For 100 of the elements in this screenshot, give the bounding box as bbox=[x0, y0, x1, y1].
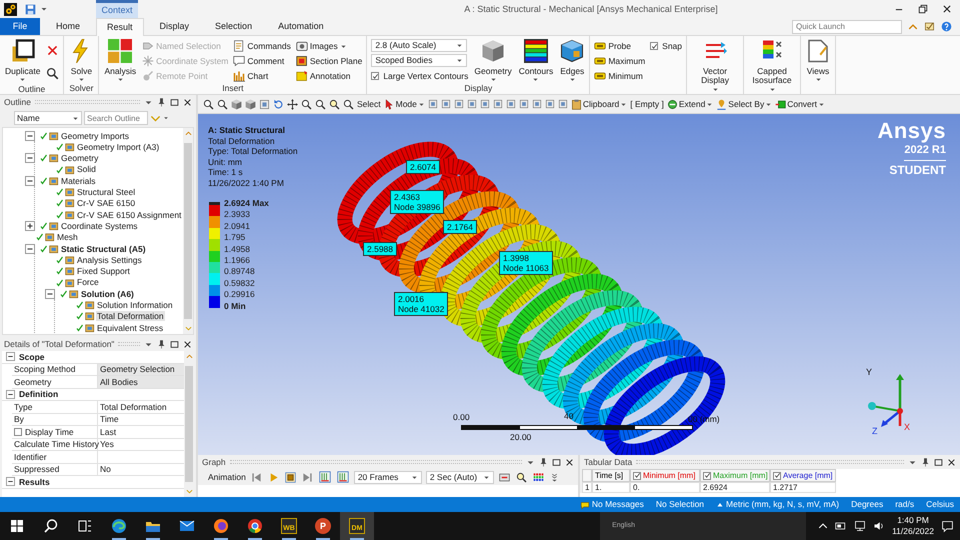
checkbox[interactable] bbox=[703, 472, 711, 480]
property-value[interactable]: Last bbox=[98, 426, 184, 438]
property-value[interactable]: Time bbox=[98, 414, 184, 425]
tree-item[interactable]: Solution Information bbox=[96, 300, 174, 310]
ribbon-button[interactable]: Chart bbox=[233, 69, 291, 83]
tree-item[interactable]: Geometry bbox=[60, 153, 100, 164]
ribbon-tab[interactable]: Home bbox=[46, 18, 90, 35]
ribbon-button[interactable]: Probe bbox=[594, 39, 646, 53]
search-field[interactable]: Search Outline bbox=[84, 111, 148, 125]
save-icon[interactable] bbox=[25, 4, 36, 14]
expand-toggle[interactable] bbox=[6, 352, 15, 362]
caret-icon[interactable] bbox=[163, 115, 169, 121]
battery-icon[interactable] bbox=[835, 520, 848, 532]
close-icon[interactable] bbox=[565, 458, 574, 466]
ribbon-button[interactable]: Maximum bbox=[594, 54, 646, 68]
toolbar-button[interactable]: [ Empty ] bbox=[629, 98, 665, 110]
ribbon-tab[interactable]: Automation bbox=[268, 18, 334, 35]
dropdown-field[interactable]: Scoped Bodies bbox=[371, 54, 468, 67]
toolbar-button[interactable]: Select bbox=[356, 98, 382, 110]
checkbox[interactable] bbox=[14, 428, 22, 436]
maximize-icon[interactable] bbox=[170, 98, 179, 106]
maximize-icon[interactable] bbox=[552, 458, 561, 466]
ribbon-button[interactable]: Analysis bbox=[103, 39, 138, 84]
checkbox[interactable] bbox=[773, 472, 781, 480]
property-value[interactable]: All Bodies bbox=[98, 376, 184, 388]
ribbon-button[interactable]: Annotation bbox=[296, 69, 362, 83]
help-icon[interactable] bbox=[941, 21, 952, 32]
probe-label[interactable]: 2.6074 bbox=[406, 160, 440, 174]
pin-icon[interactable] bbox=[921, 458, 930, 466]
close-icon[interactable] bbox=[183, 340, 192, 348]
tree-item[interactable]: Coordinate Systems bbox=[60, 220, 139, 232]
maximize-icon[interactable] bbox=[934, 458, 943, 466]
tree-item[interactable]: Cr-V SAE 6150 Assignment bbox=[76, 210, 182, 220]
probe-label[interactable]: 2.5988 bbox=[363, 242, 397, 256]
volume-icon[interactable] bbox=[873, 520, 886, 532]
file-menu-button[interactable]: File bbox=[0, 18, 40, 35]
probe-label[interactable]: 2.4363 Node 39896 bbox=[390, 190, 444, 214]
expand-toggle[interactable] bbox=[6, 390, 15, 399]
network-icon[interactable] bbox=[854, 520, 866, 532]
ribbon-button[interactable]: Capped Isosurface bbox=[748, 39, 796, 93]
ribbon-button[interactable]: Comment bbox=[233, 54, 291, 68]
ribbon-tab[interactable]: Result bbox=[96, 18, 144, 36]
toolbar-button[interactable]: Mode bbox=[382, 98, 426, 110]
property-value[interactable]: Geometry Selection bbox=[98, 364, 184, 375]
expand-toggle[interactable] bbox=[25, 153, 35, 164]
chevron-up-icon[interactable] bbox=[818, 521, 828, 531]
status-text[interactable]: Metric (mm, kg, N, s, mV, mA) bbox=[726, 499, 840, 510]
tree-item[interactable]: Fixed Support bbox=[76, 266, 131, 276]
toolbar-button[interactable]: Convert bbox=[774, 98, 826, 110]
property-value[interactable]: No bbox=[98, 464, 184, 475]
scrollbar-thumb[interactable] bbox=[184, 143, 192, 319]
feedback-icon[interactable] bbox=[924, 21, 935, 32]
tree-item[interactable]: Cr-V SAE 6150 bbox=[76, 198, 136, 209]
ribbon-tab[interactable]: Display bbox=[150, 18, 200, 35]
dropdown-field[interactable]: Name bbox=[14, 111, 82, 125]
tree-item[interactable]: Static Structural (A5) bbox=[60, 244, 147, 254]
taskbar-app-button[interactable]: P bbox=[306, 512, 340, 540]
dropdown-field[interactable]: 2.8 (Auto Scale) bbox=[371, 39, 468, 52]
expand-toggle[interactable] bbox=[25, 244, 35, 254]
caret-up-icon[interactable] bbox=[716, 500, 724, 508]
property-value[interactable]: Total Deformation bbox=[98, 401, 184, 412]
close-icon[interactable] bbox=[942, 4, 952, 14]
search-button[interactable] bbox=[46, 66, 60, 80]
quick-launch-field[interactable]: Quick Launch bbox=[792, 20, 902, 34]
ribbon-button[interactable]: Contours bbox=[518, 39, 554, 84]
ribbon-button[interactable]: Section Plane bbox=[296, 54, 362, 68]
close-icon[interactable] bbox=[947, 458, 956, 466]
ribbon-button[interactable]: Images bbox=[296, 39, 362, 53]
toolbar-button[interactable]: Select By bbox=[715, 98, 774, 110]
app-logo-icon[interactable] bbox=[4, 2, 17, 16]
tree-item[interactable]: Geometry Imports bbox=[60, 130, 130, 141]
expand-toggle[interactable] bbox=[25, 221, 35, 232]
expand-toggle[interactable] bbox=[45, 288, 55, 299]
ribbon-button[interactable]: Commands bbox=[233, 39, 291, 53]
graphics-viewport[interactable] bbox=[198, 114, 960, 455]
ribbon-button[interactable]: Duplicate bbox=[4, 39, 42, 84]
ribbon-button[interactable]: Edges bbox=[559, 39, 586, 84]
expand-toggle[interactable] bbox=[25, 176, 35, 186]
checkbox[interactable] bbox=[633, 472, 641, 480]
probe-label[interactable]: 1.3998 Node 11063 bbox=[499, 251, 553, 275]
notification-icon[interactable] bbox=[941, 520, 954, 532]
toolbar-button[interactable]: Extend bbox=[666, 98, 714, 110]
ribbon-tab[interactable]: Selection bbox=[205, 18, 262, 35]
pin-icon[interactable] bbox=[157, 98, 166, 106]
ribbon-button[interactable]: Vector Display bbox=[691, 39, 740, 93]
restore-icon[interactable] bbox=[918, 4, 928, 14]
ribbon-button[interactable]: Geometry bbox=[473, 39, 513, 84]
maximize-icon[interactable] bbox=[170, 340, 179, 348]
pin-icon[interactable] bbox=[157, 340, 166, 348]
pin-icon[interactable] bbox=[539, 458, 548, 466]
property-value[interactable]: Yes bbox=[98, 438, 184, 450]
tree-item[interactable]: Total Deformation bbox=[96, 311, 165, 322]
dropdown-field[interactable]: 20 Frames bbox=[354, 470, 422, 484]
checkbox[interactable] bbox=[371, 72, 380, 80]
expand-toggle[interactable] bbox=[6, 477, 15, 486]
tree-item[interactable]: Analysis Settings bbox=[76, 254, 143, 265]
tree-item[interactable]: Mesh bbox=[56, 232, 79, 242]
tree-item[interactable]: Solid bbox=[76, 164, 97, 175]
tree-item[interactable]: Structural Steel bbox=[76, 187, 136, 198]
delete-button[interactable] bbox=[46, 43, 60, 57]
